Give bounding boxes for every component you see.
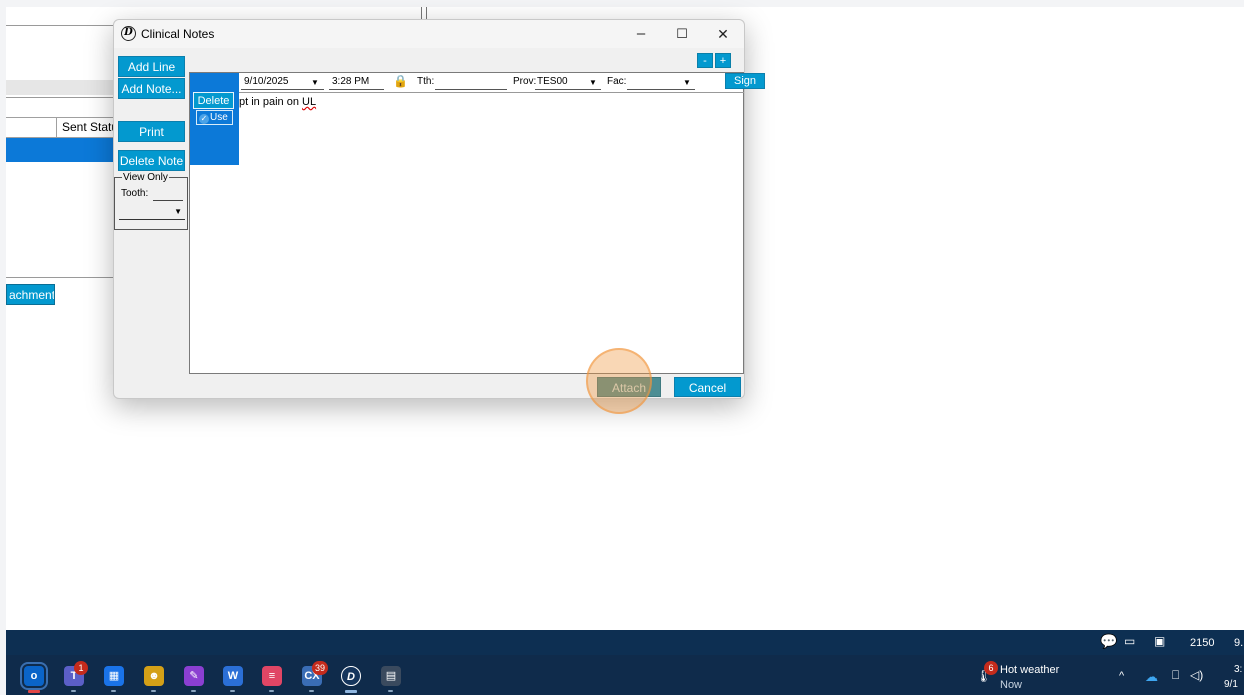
clock-date: 9/1	[1224, 679, 1238, 690]
chevron-up-icon[interactable]: ^	[1119, 670, 1124, 682]
taskbar-tasks-icon[interactable]: ≡	[262, 666, 282, 686]
clock-time: 3:	[1234, 664, 1243, 675]
add-note-button[interactable]: Add Note...	[118, 78, 185, 99]
tooth-filter-dropdown[interactable]: ▼	[119, 204, 185, 220]
taskbar-tasks-indicator	[269, 690, 274, 692]
note-header-row: 9/10/2025 ▼ 3:28 PM 🔒 Tth: Prov: TES00 ▼…	[239, 73, 765, 92]
taskbar-ticket-indicator	[309, 690, 314, 692]
taskbar-sketch-icon[interactable]: ✎	[184, 666, 204, 686]
taskbar-word-indicator	[230, 690, 235, 692]
tooth-field-label: Tth:	[417, 76, 435, 87]
dialog-titlebar[interactable]: D Clinical Notes – ☐ ✕	[114, 20, 744, 48]
background-app-pane: Sent Statu	[6, 25, 116, 278]
sign-button[interactable]: Sign	[725, 73, 765, 89]
delete-note-button[interactable]: Delete Note	[118, 150, 185, 171]
taskbar-top-strip: 💬 ▭ ▣ 2150 9.	[6, 630, 1244, 655]
delete-line-button[interactable]: Delete	[193, 92, 234, 109]
background-table-header: Sent Statu	[6, 117, 116, 138]
note-text[interactable]: pt in pain on UL	[239, 96, 316, 108]
view-only-group: View Only Tooth: ▼	[114, 172, 188, 230]
tooth-filter-label: Tooth:	[121, 188, 149, 199]
clinical-notes-dialog: D Clinical Notes – ☐ ✕ Add Line Add Note…	[113, 19, 765, 399]
checkmark-icon: ✓	[199, 114, 209, 124]
provider-label: Prov:	[513, 76, 537, 87]
note-text-body: pt in pain on	[239, 96, 302, 108]
divider	[6, 25, 114, 26]
note-time-field[interactable]: 3:28 PM	[332, 76, 369, 87]
provider-field[interactable]: TES00	[537, 76, 568, 87]
taskbar-game-icon[interactable]: ☻	[144, 666, 164, 686]
divider	[239, 92, 744, 93]
status-date: 9.	[1234, 637, 1244, 649]
chevron-down-icon[interactable]: ▼	[589, 78, 597, 87]
provider-underline	[535, 89, 601, 90]
screen-top-edge	[0, 0, 1244, 7]
maximize-button[interactable]: ☐	[663, 20, 701, 48]
selected-table-row[interactable]	[6, 138, 114, 162]
taskbar-outlook-icon[interactable]: o	[20, 662, 48, 690]
message-icon[interactable]: ▭	[1124, 634, 1135, 648]
taskbar-outlook-indicator	[28, 690, 40, 693]
taskbar-calculator-icon[interactable]: ▤	[381, 666, 401, 686]
add-line-button[interactable]: Add Line	[118, 56, 185, 77]
chevron-down-icon[interactable]: ▼	[311, 78, 319, 87]
use-checkbox[interactable]: ✓ Use	[196, 110, 233, 125]
weather-subtitle: Now	[1000, 679, 1023, 691]
weather-title: Hot weather	[1000, 664, 1060, 676]
chevron-down-icon: ▼	[174, 207, 182, 216]
minimize-button[interactable]: –	[622, 20, 660, 48]
taskbar-store-icon[interactable]: ▦	[104, 666, 124, 686]
divider	[6, 97, 114, 98]
taskbar-dentrix-icon[interactable]: D	[341, 666, 361, 686]
taskbar-sketch-indicator	[191, 690, 196, 692]
view-only-legend: View Only	[122, 172, 169, 183]
expand-button[interactable]: +	[715, 53, 731, 68]
taskbar-teams-badge: 1	[74, 661, 88, 675]
status-count: 2150	[1190, 637, 1215, 649]
note-action-strip: Delete ✓ Use	[190, 73, 239, 165]
close-button[interactable]: ✕	[704, 20, 742, 48]
dentrix-icon: D	[121, 26, 136, 41]
note-editor-area[interactable]: Delete ✓ Use 9/10/2025 ▼ 3:28 PM 🔒 Tth: P…	[189, 72, 765, 374]
chevron-down-icon[interactable]: ▼	[683, 78, 691, 87]
taskbar-word-icon[interactable]: W	[223, 666, 243, 686]
time-underline	[329, 89, 384, 90]
taskbar-teams-indicator	[71, 690, 76, 692]
background-gray-band	[6, 80, 114, 95]
sent-status-header[interactable]: Sent Statu	[56, 118, 116, 137]
attach-button[interactable]: Attach	[597, 377, 661, 397]
dialog-title: Clinical Notes	[141, 27, 215, 41]
note-date-field[interactable]: 9/10/2025	[244, 76, 289, 87]
date-underline	[241, 89, 324, 90]
weather-badge: 6	[984, 661, 998, 675]
network-icon[interactable]: ⎕	[1172, 668, 1179, 683]
collapse-button[interactable]: -	[697, 53, 713, 68]
facility-underline	[627, 89, 695, 90]
tooth-filter-field[interactable]	[153, 200, 183, 201]
print-button[interactable]: Print	[118, 121, 185, 142]
chat-icon[interactable]: 💬	[1100, 633, 1117, 650]
attachment-button[interactable]: achment	[6, 284, 55, 305]
use-label: Use	[210, 112, 228, 123]
taskbar-game-indicator	[151, 690, 156, 692]
clipboard-icon[interactable]: ▣	[1154, 634, 1165, 648]
taskbar-dentrix-indicator	[345, 690, 357, 693]
taskbar-store-indicator	[111, 690, 116, 692]
cancel-button[interactable]: Cancel	[674, 377, 741, 397]
speaker-icon[interactable]: ◁)	[1190, 668, 1203, 682]
lock-icon[interactable]: 🔒	[393, 74, 408, 88]
taskbar-calculator-indicator	[388, 690, 393, 692]
misspelled-word: UL	[302, 96, 317, 108]
cloud-icon[interactable]: ☁	[1145, 669, 1158, 685]
facility-label: Fac:	[607, 76, 627, 87]
divider	[6, 277, 114, 278]
tooth-underline	[435, 89, 507, 90]
taskbar-ticket-badge: 39	[312, 661, 329, 675]
